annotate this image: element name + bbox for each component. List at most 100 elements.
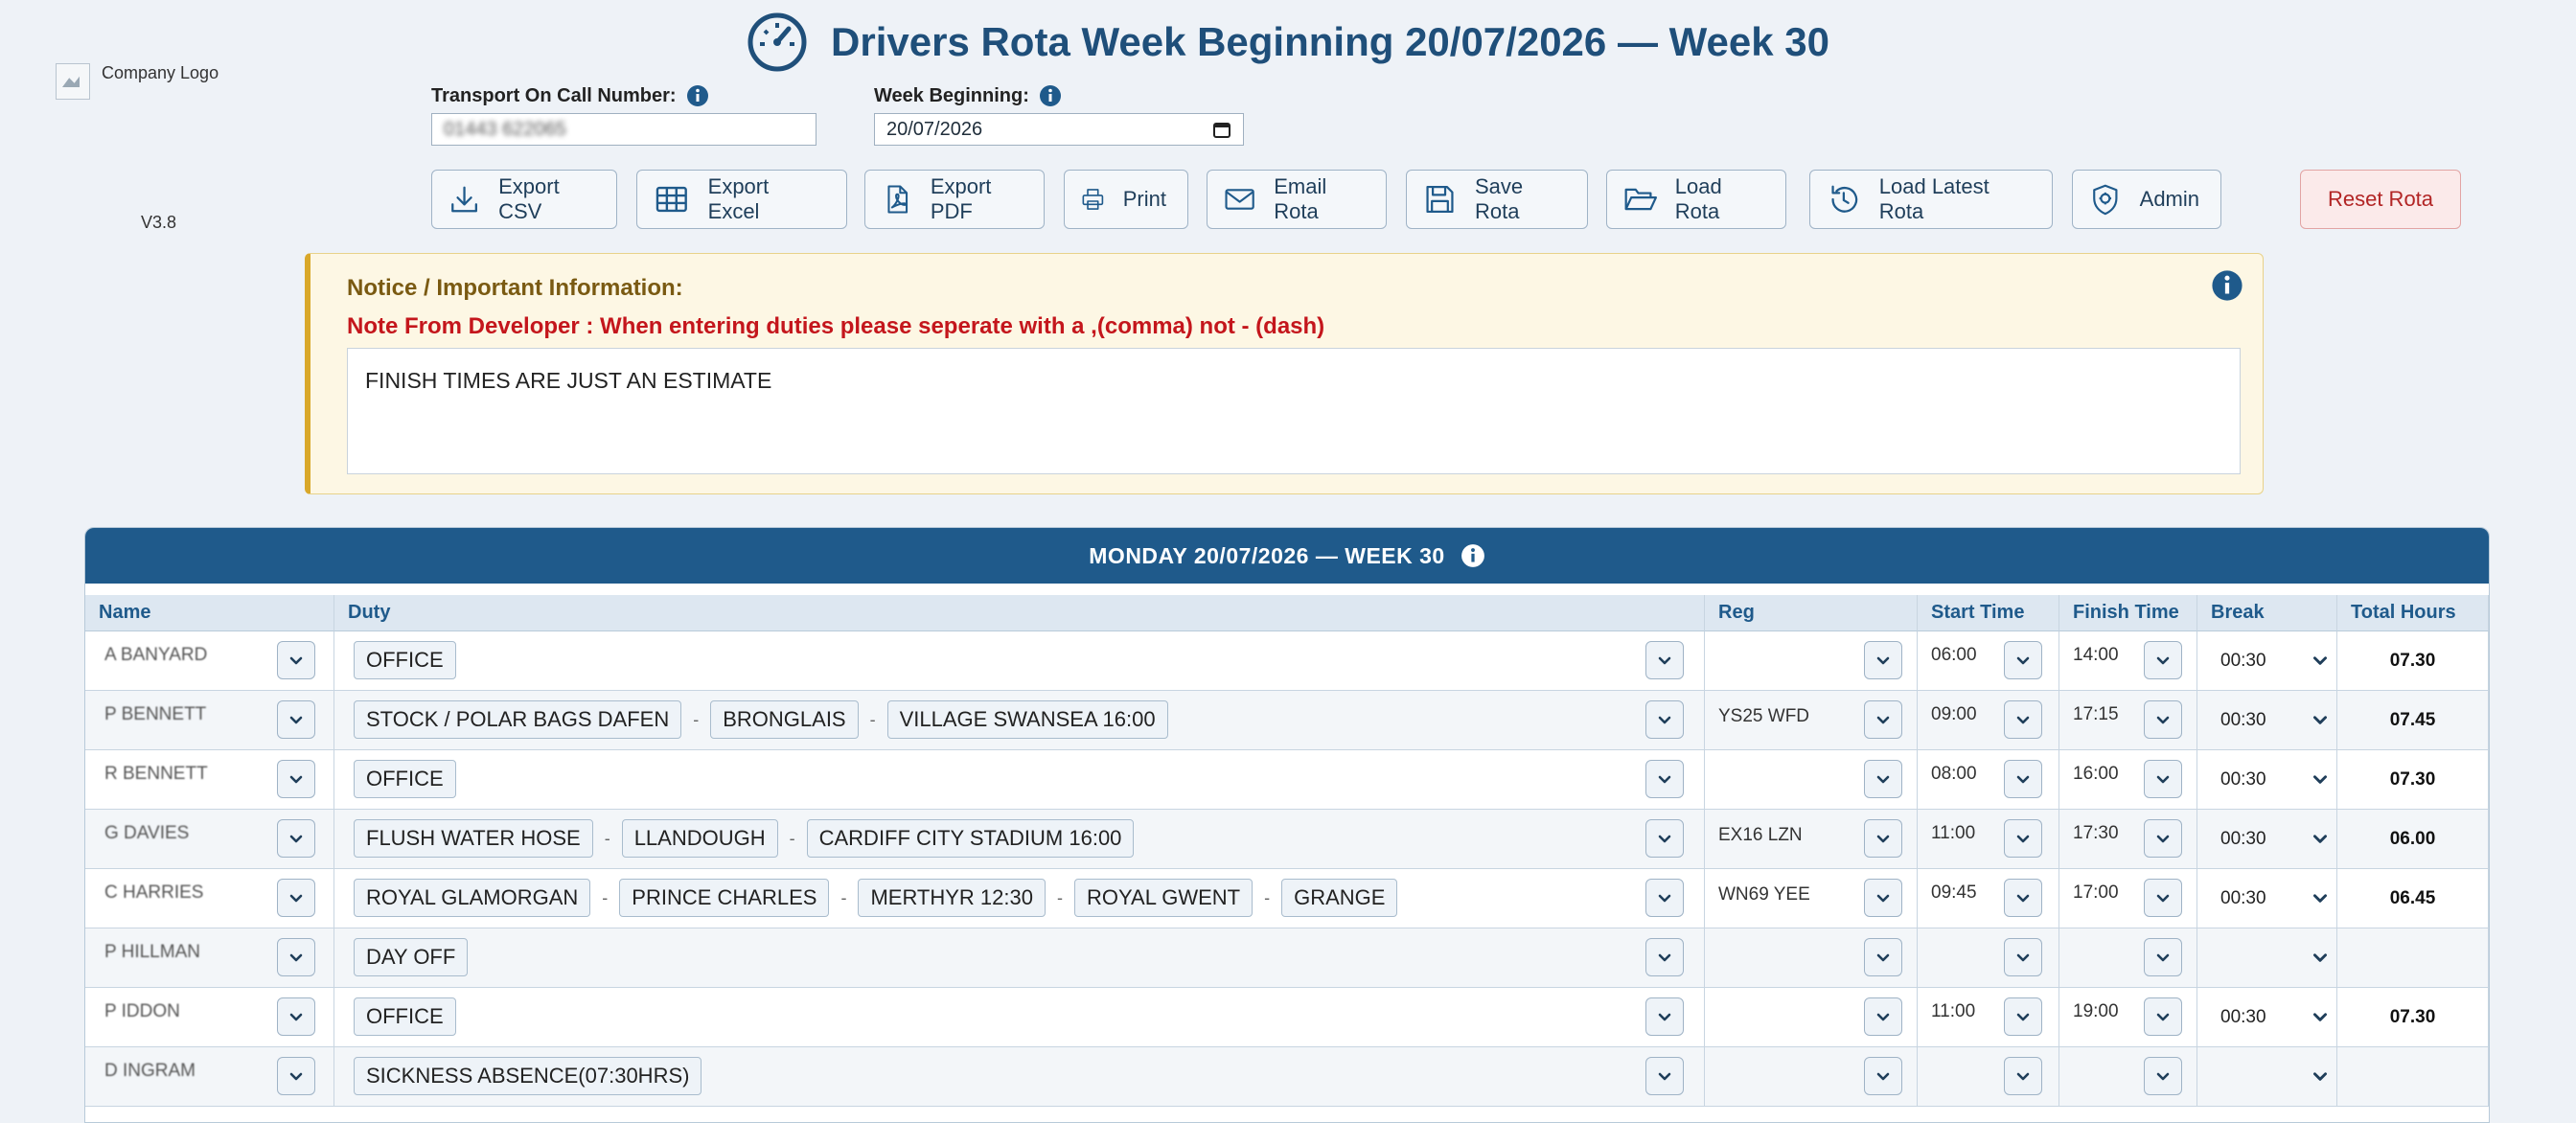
cell-finish: 19:00 bbox=[2059, 988, 2197, 1046]
load-rota-button[interactable]: Load Rota bbox=[1606, 170, 1786, 229]
start-time-dropdown[interactable] bbox=[2004, 997, 2042, 1036]
cell-break[interactable]: 00:30 bbox=[2197, 869, 2337, 928]
name-dropdown[interactable] bbox=[277, 760, 315, 798]
chevron-down-icon[interactable] bbox=[2311, 710, 2330, 729]
start-time-dropdown[interactable] bbox=[2004, 819, 2042, 858]
finish-time-dropdown[interactable] bbox=[2144, 700, 2182, 739]
duty-dropdown[interactable] bbox=[1645, 1057, 1684, 1095]
duty-chip[interactable]: STOCK / POLAR BAGS DAFEN bbox=[354, 700, 682, 739]
save-rota-button[interactable]: Save Rota bbox=[1406, 170, 1588, 229]
week-beginning-input[interactable]: 20/07/2026 bbox=[874, 113, 1244, 146]
info-icon[interactable] bbox=[2211, 269, 2243, 302]
info-icon[interactable] bbox=[1039, 84, 1062, 107]
reset-rota-button[interactable]: Reset Rota bbox=[2300, 170, 2461, 229]
start-time-dropdown[interactable] bbox=[2004, 938, 2042, 976]
finish-time-dropdown[interactable] bbox=[2144, 997, 2182, 1036]
info-icon[interactable] bbox=[686, 84, 709, 107]
cell-break[interactable]: 00:30 bbox=[2197, 810, 2337, 868]
duty-chip[interactable]: PRINCE CHARLES bbox=[619, 879, 830, 917]
cell-break[interactable] bbox=[2197, 928, 2337, 987]
start-time-dropdown[interactable] bbox=[2004, 700, 2042, 739]
start-time-dropdown[interactable] bbox=[2004, 760, 2042, 798]
chevron-down-icon bbox=[2156, 894, 2170, 903]
duty-chip[interactable]: CARDIFF CITY STADIUM 16:00 bbox=[806, 819, 1135, 858]
duty-chip[interactable]: OFFICE bbox=[354, 641, 456, 679]
finish-time-dropdown[interactable] bbox=[2144, 760, 2182, 798]
duty-chip[interactable]: ROYAL GWENT bbox=[1073, 879, 1254, 917]
duty-chip[interactable]: OFFICE bbox=[354, 760, 456, 798]
start-time-dropdown[interactable] bbox=[2004, 641, 2042, 679]
reg-dropdown[interactable] bbox=[1864, 1057, 1902, 1095]
cell-start bbox=[1918, 928, 2059, 987]
reg-dropdown[interactable] bbox=[1864, 641, 1902, 679]
duty-chip[interactable]: OFFICE bbox=[354, 997, 456, 1036]
duty-dropdown[interactable] bbox=[1645, 700, 1684, 739]
name-dropdown[interactable] bbox=[277, 1057, 315, 1095]
reg-dropdown[interactable] bbox=[1864, 700, 1902, 739]
cell-start: 09:45 bbox=[1918, 869, 2059, 928]
finish-time-dropdown[interactable] bbox=[2144, 641, 2182, 679]
duty-chip[interactable]: VILLAGE SWANSEA 16:00 bbox=[886, 700, 1168, 739]
finish-time-dropdown[interactable] bbox=[2144, 1057, 2182, 1095]
duty-chip[interactable]: ROYAL GLAMORGAN bbox=[354, 879, 591, 917]
duty-dropdown[interactable] bbox=[1645, 879, 1684, 917]
cell-break[interactable]: 00:30 bbox=[2197, 988, 2337, 1046]
finish-time-dropdown[interactable] bbox=[2144, 879, 2182, 917]
finish-time-dropdown[interactable] bbox=[2144, 938, 2182, 976]
name-dropdown[interactable] bbox=[277, 641, 315, 679]
duty-dropdown[interactable] bbox=[1645, 997, 1684, 1036]
load-latest-rota-button[interactable]: Load Latest Rota bbox=[1809, 170, 2053, 229]
chevron-down-icon[interactable] bbox=[2311, 1007, 2330, 1026]
reg-dropdown[interactable] bbox=[1864, 938, 1902, 976]
cell-break[interactable] bbox=[2197, 1047, 2337, 1106]
name-dropdown[interactable] bbox=[277, 879, 315, 917]
export-pdf-button[interactable]: Export PDF bbox=[864, 170, 1045, 229]
chevron-down-icon[interactable] bbox=[2311, 769, 2330, 789]
duty-chip[interactable]: LLANDOUGH bbox=[621, 819, 778, 858]
export-csv-button[interactable]: Export CSV bbox=[431, 170, 617, 229]
duty-chip[interactable]: BRONGLAIS bbox=[710, 700, 859, 739]
duty-chip[interactable]: GRANGE bbox=[1281, 879, 1398, 917]
name-dropdown[interactable] bbox=[277, 997, 315, 1036]
notice-textarea[interactable]: FINISH TIMES ARE JUST AN ESTIMATE bbox=[347, 348, 2241, 474]
cell-break[interactable]: 00:30 bbox=[2197, 750, 2337, 809]
info-icon[interactable] bbox=[1460, 543, 1485, 568]
reg-dropdown[interactable] bbox=[1864, 879, 1902, 917]
duty-chip[interactable]: MERTHYR 12:30 bbox=[858, 879, 1046, 917]
name-dropdown[interactable] bbox=[277, 819, 315, 858]
chevron-down-icon[interactable] bbox=[2311, 948, 2330, 967]
name-dropdown[interactable] bbox=[277, 938, 315, 976]
start-time-dropdown[interactable] bbox=[2004, 1057, 2042, 1095]
duty-dropdown[interactable] bbox=[1645, 760, 1684, 798]
duty-chip[interactable]: FLUSH WATER HOSE bbox=[354, 819, 593, 858]
email-rota-button[interactable]: Email Rota bbox=[1207, 170, 1387, 229]
finish-time-dropdown[interactable] bbox=[2144, 819, 2182, 858]
duty-dropdown[interactable] bbox=[1645, 819, 1684, 858]
start-time: 09:00 bbox=[1931, 704, 1977, 724]
calendar-icon[interactable] bbox=[1212, 120, 1231, 139]
table-row: C HARRIES ROYAL GLAMORGAN - PRINCE CHARLES -… bbox=[85, 869, 2489, 928]
duty-separator: - bbox=[789, 828, 795, 848]
chevron-down-icon[interactable] bbox=[2311, 1066, 2330, 1086]
reg-dropdown[interactable] bbox=[1864, 997, 1902, 1036]
admin-button[interactable]: Admin bbox=[2072, 170, 2221, 229]
duty-chip[interactable]: SICKNESS ABSENCE(07:30HRS) bbox=[354, 1057, 702, 1095]
duty-chip[interactable]: DAY OFF bbox=[354, 938, 469, 976]
start-time-dropdown[interactable] bbox=[2004, 879, 2042, 917]
start-time: 09:45 bbox=[1931, 882, 1977, 903]
chevron-down-icon[interactable] bbox=[2311, 651, 2330, 670]
name-dropdown[interactable] bbox=[277, 700, 315, 739]
cell-reg bbox=[1705, 1047, 1918, 1106]
print-button[interactable]: Print bbox=[1064, 170, 1188, 229]
export-excel-button[interactable]: Export Excel bbox=[636, 170, 847, 229]
on-call-input[interactable]: 01443 622065 bbox=[431, 113, 816, 146]
reg-dropdown[interactable] bbox=[1864, 760, 1902, 798]
cell-break[interactable]: 00:30 bbox=[2197, 631, 2337, 690]
reg-dropdown[interactable] bbox=[1864, 819, 1902, 858]
chevron-down-icon[interactable] bbox=[2311, 829, 2330, 848]
duty-dropdown[interactable] bbox=[1645, 641, 1684, 679]
cell-break[interactable]: 00:30 bbox=[2197, 691, 2337, 749]
duty-dropdown[interactable] bbox=[1645, 938, 1684, 976]
chevron-down-icon bbox=[289, 894, 303, 903]
chevron-down-icon[interactable] bbox=[2311, 888, 2330, 907]
